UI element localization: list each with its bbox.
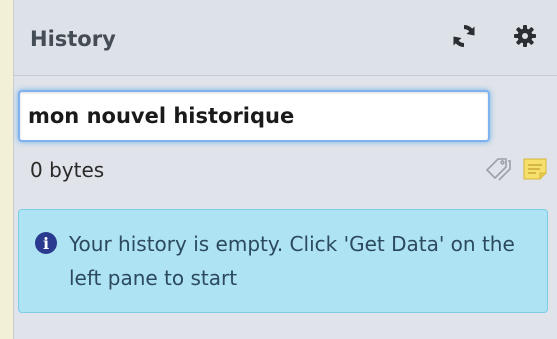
info-icon: i	[35, 232, 57, 254]
history-content: 0 bytes i Your history is empty. Cli	[14, 77, 557, 339]
history-panel: History 0 bytes	[13, 0, 557, 339]
empty-history-message: i Your history is empty. Click 'Get Data…	[18, 209, 548, 313]
history-title: History	[30, 27, 116, 51]
history-header: History	[14, 0, 557, 76]
note-icon[interactable]	[522, 157, 548, 181]
tags-icon[interactable]	[484, 156, 514, 182]
empty-history-text: Your history is empty. Click 'Get Data' …	[69, 232, 515, 290]
gear-icon[interactable]	[511, 22, 539, 50]
history-size: 0 bytes	[30, 158, 105, 182]
history-name-input[interactable]	[18, 90, 490, 142]
refresh-icon[interactable]	[450, 22, 478, 50]
